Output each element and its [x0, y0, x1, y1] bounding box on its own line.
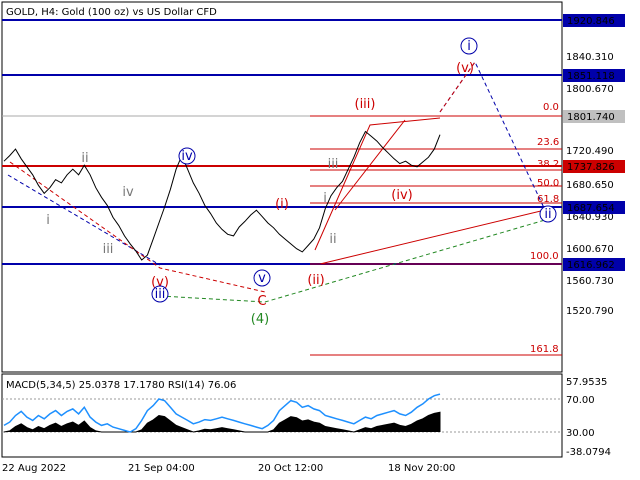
- horizontal-levels: [2, 19, 562, 265]
- wave-label: iii: [103, 242, 114, 257]
- wave-label: iv: [122, 185, 134, 200]
- price-label: 1801.740: [567, 112, 615, 123]
- wave-label: (iii): [355, 97, 376, 112]
- price-series: [3, 130, 441, 261]
- wave-label: iv: [181, 149, 193, 164]
- x-tick-label: 20 Oct 12:00: [258, 463, 323, 474]
- y-tick-label: 1680.650: [566, 180, 614, 191]
- x-tick-label: 18 Nov 20:00: [388, 463, 455, 474]
- wave-label: v: [258, 271, 266, 286]
- indicator-axis: 57.9535 70.00 30.00 -38.0794: [566, 377, 611, 458]
- gold-chart: GOLD, H4: Gold (100 oz) vs US Dollar CFD…: [1, 1, 625, 474]
- wave-label: (4): [251, 312, 269, 327]
- wave-label: (v): [456, 61, 474, 76]
- fib-label: 100.0: [530, 251, 559, 262]
- y-tick-label: 1560.730: [566, 276, 614, 287]
- y-tick-label: 1720.490: [566, 146, 614, 157]
- fib-label: 23.6: [537, 137, 559, 148]
- x-tick-label: 22 Aug 2022: [2, 463, 66, 474]
- wave-label: iii: [328, 157, 339, 172]
- price-label: 1616.962: [567, 260, 615, 271]
- wave-label: ii: [544, 207, 551, 222]
- price-label: 1737.826: [567, 162, 615, 173]
- fib-label: 38.2: [537, 159, 559, 170]
- indicator-tick: 70.00: [566, 395, 595, 406]
- price-label: 1920.846: [567, 16, 615, 27]
- indicator-pane: [2, 393, 562, 433]
- y-tick-label: 1840.310: [566, 52, 614, 63]
- wave-label: (iv): [391, 188, 412, 203]
- fib-label: 50.0: [537, 178, 559, 189]
- fib-label: 161.8: [530, 344, 559, 355]
- wave-label: (i): [275, 197, 289, 212]
- y-tick-label: 1600.670: [566, 244, 614, 255]
- wave-label: i: [323, 191, 327, 206]
- price-label: 1687.654: [567, 203, 615, 214]
- fibonacci-levels: [310, 115, 562, 356]
- wave-label: (ii): [307, 273, 324, 288]
- x-tick-label: 21 Sep 04:00: [128, 463, 195, 474]
- fib-label: 0.0: [543, 102, 559, 113]
- y-tick-label: 1800.670: [566, 84, 614, 95]
- indicator-tick: 30.00: [566, 428, 595, 439]
- main-plot-frame: [1, 1, 563, 373]
- wave-label: i: [46, 213, 50, 228]
- price-label: 1851.118: [567, 71, 615, 82]
- x-axis: 22 Aug 2022 21 Sep 04:00 20 Oct 12:00 18 No…: [2, 463, 455, 474]
- fib-labels: 0.023.638.250.061.8100.0161.8: [530, 102, 559, 355]
- wave-label: iii: [155, 287, 166, 302]
- wave-label: ii: [329, 232, 336, 247]
- wave-label: ii: [81, 151, 88, 166]
- indicator-tick: 57.9535: [566, 377, 607, 388]
- trend-lines: [7, 61, 546, 303]
- wave-label: C: [257, 294, 266, 309]
- y-tick-label: 1520.790: [566, 306, 614, 317]
- chart-title: GOLD, H4: Gold (100 oz) vs US Dollar CFD: [6, 7, 217, 18]
- indicator-tick: -38.0794: [566, 447, 611, 458]
- wave-labels: iiiiviiiiv(v)iii(i)vC(4)(ii)(iii)iiiiii(…: [46, 37, 557, 327]
- wave-label: i: [467, 39, 471, 54]
- macd-histogram: [3, 411, 441, 433]
- indicator-label: MACD(5,34,5) 25.0378 17.1780 RSI(14) 76.…: [6, 380, 236, 391]
